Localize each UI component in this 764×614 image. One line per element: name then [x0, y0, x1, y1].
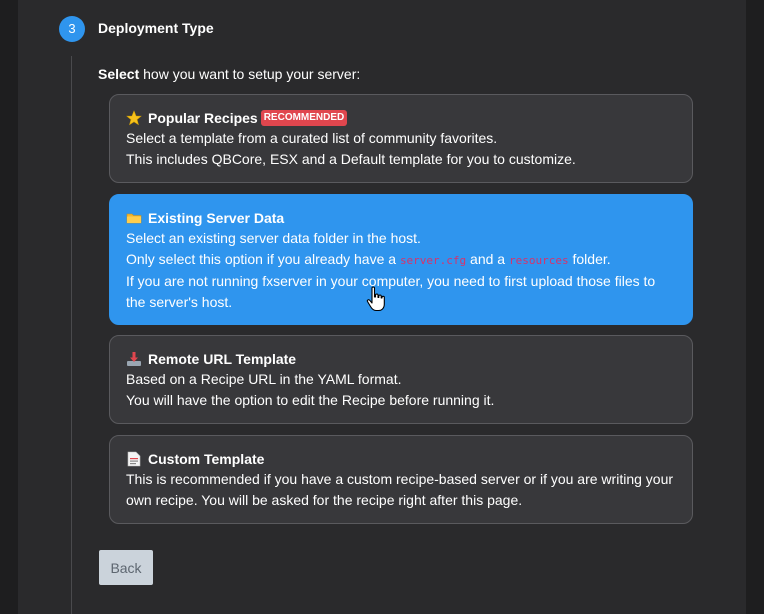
option-title: Existing Server Data — [148, 210, 285, 226]
deployment-prompt: Select how you want to setup your server… — [98, 66, 360, 82]
folder-icon — [126, 213, 142, 224]
option-description: Only select this option if you already h… — [126, 249, 676, 271]
option-description: You will have the option to edit the Rec… — [126, 392, 495, 408]
option-description: Based on a Recipe URL in the YAML format… — [126, 371, 402, 387]
server-cfg-code: server.cfg — [399, 254, 467, 267]
option-title: Popular Recipes — [148, 110, 258, 126]
step-connector-line — [71, 56, 72, 614]
option-title: Custom Template — [148, 451, 265, 467]
option-description: This is recommended if you have a custom… — [126, 471, 674, 487]
resources-code: resources — [509, 254, 569, 267]
back-button[interactable]: Back — [99, 550, 153, 585]
prompt-bold: Select — [98, 66, 140, 82]
option-description: This includes QBCore, ESX and a Default … — [126, 151, 576, 167]
recommended-badge: RECOMMENDED — [260, 110, 348, 126]
option-text: folder. — [568, 251, 611, 267]
option-description: the server's host. — [126, 294, 233, 310]
hand-pointer-icon — [366, 286, 385, 312]
option-title: Remote URL Template — [148, 351, 297, 367]
option-description: own recipe. You will be asked for the re… — [126, 492, 523, 508]
prompt-text: how you want to setup your server: — [139, 66, 361, 82]
step-title: Deployment Type — [98, 20, 214, 36]
download-icon — [127, 352, 141, 366]
option-description: If you are not running fxserver in your … — [126, 273, 656, 289]
option-existing-server-data[interactable]: Existing Server Data Select an existing … — [109, 194, 693, 325]
option-text: and a — [466, 251, 509, 267]
option-description: Select a template from a curated list of… — [126, 130, 498, 146]
option-custom-template[interactable]: Custom Template This is recommended if y… — [109, 435, 693, 524]
option-popular-recipes[interactable]: Popular Recipes RECOMMENDED Select a tem… — [109, 94, 693, 183]
option-remote-url-template[interactable]: Remote URL Template Based on a Recipe UR… — [109, 335, 693, 424]
option-description: Select an existing server data folder in… — [126, 230, 421, 246]
star-icon — [126, 110, 142, 126]
document-icon — [127, 451, 141, 467]
option-text: Only select this option if you already h… — [126, 251, 400, 267]
step-number-badge: 3 — [59, 16, 85, 42]
